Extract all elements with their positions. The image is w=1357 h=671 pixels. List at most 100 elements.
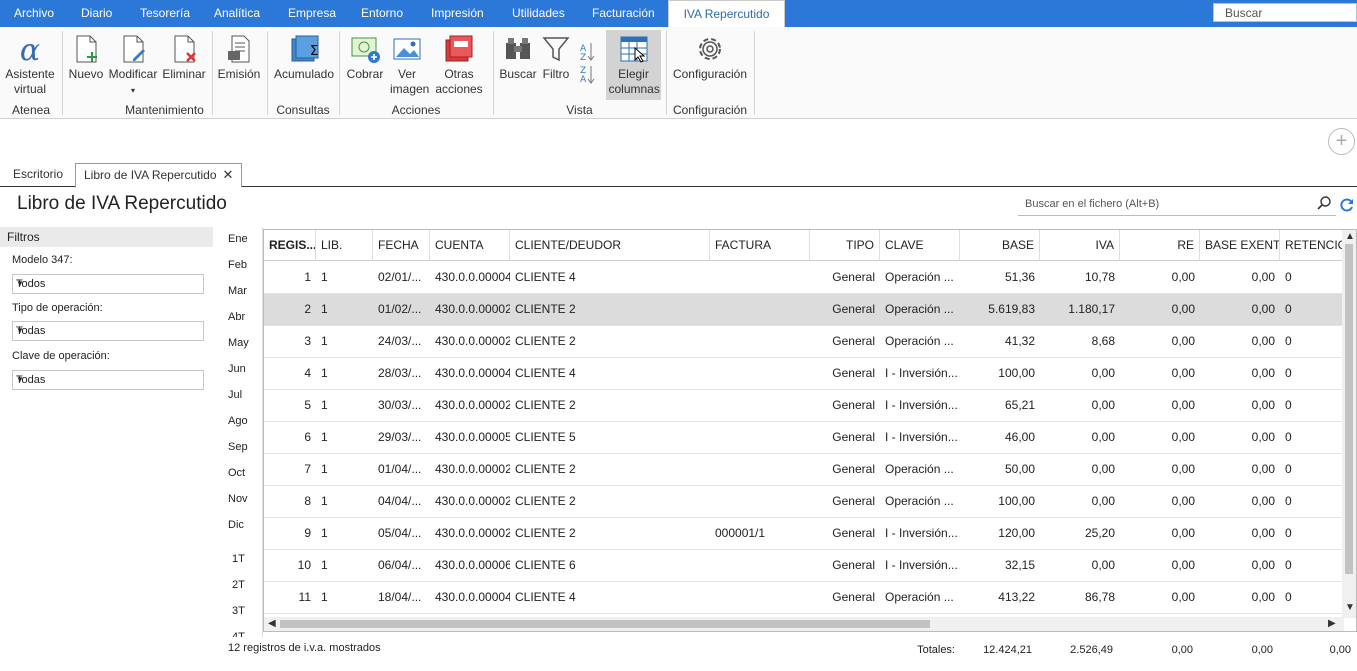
buscar-button[interactable]: Buscar: [498, 33, 538, 82]
cell-base: 41,32: [1004, 334, 1035, 348]
table-row[interactable]: 11 1 18/04/... 430.0.0.00004 CLIENTE 4 Genera…: [264, 582, 1344, 614]
column-header-cuenta[interactable]: CUENTA: [430, 230, 510, 261]
month-mar[interactable]: Mar: [228, 285, 247, 297]
asistente-virtual-button[interactable]: α Asistente virtual: [4, 33, 56, 97]
month-oct[interactable]: Oct: [228, 467, 245, 479]
modelo-347-select[interactable]: Todos ▼: [12, 274, 204, 294]
month-jun[interactable]: Jun: [228, 363, 246, 375]
menu-tesoreria[interactable]: Tesorería: [140, 0, 190, 27]
table-row[interactable]: 9 1 05/04/... 430.0.0.00002 CLIENTE 2 000001/…: [264, 518, 1344, 550]
month-jul[interactable]: Jul: [228, 389, 242, 401]
table-row[interactable]: 3 1 24/03/... 430.0.0.00002 CLIENTE 2 General…: [264, 326, 1344, 358]
column-header-libro[interactable]: LIB.: [316, 230, 373, 261]
menu-analitica[interactable]: Analítica: [214, 0, 260, 27]
menu-utilidades[interactable]: Utilidades: [512, 0, 565, 27]
column-header-retencion[interactable]: RETENCIO: [1280, 230, 1344, 261]
clave-operacion-select[interactable]: Todas ▼: [12, 370, 204, 390]
emision-label: Emisión: [217, 67, 261, 81]
menu-empresa[interactable]: Empresa: [288, 0, 336, 27]
vertical-scroll-thumb[interactable]: [1345, 244, 1353, 574]
cell-factura: [710, 486, 810, 518]
emision-button[interactable]: Emisión: [216, 33, 262, 82]
chevron-down-icon: ▼: [16, 375, 24, 384]
table-row[interactable]: 4 1 28/03/... 430.0.0.00004 CLIENTE 4 General…: [264, 358, 1344, 390]
column-header-registro[interactable]: REGIS...: [264, 230, 316, 261]
modificar-button[interactable]: Modificar ▾: [107, 33, 159, 98]
table-row[interactable]: 7 1 01/04/... 430.0.0.00002 CLIENTE 2 General…: [264, 454, 1344, 486]
cell-cliente: CLIENTE 2: [515, 398, 576, 412]
elegir-columnas-button[interactable]: Elegir columnas: [606, 30, 661, 100]
iva-table: REGIS... LIB. FECHA CUENTA CLIENTE/DEUDOR FAC…: [263, 229, 1357, 632]
nuevo-button[interactable]: Nuevo: [67, 33, 105, 82]
month-ene[interactable]: Ene: [228, 233, 248, 245]
cell-base: 50,00: [1004, 462, 1035, 476]
horizontal-scrollbar[interactable]: ◀ ▶: [264, 617, 1344, 631]
menu-diario[interactable]: Diario: [81, 0, 112, 27]
scroll-right-icon[interactable]: ▶: [1328, 618, 1336, 629]
cell-factura: [710, 262, 810, 294]
cobrar-button[interactable]: Cobrar: [343, 33, 387, 82]
ver-imagen-button[interactable]: Ver imagen: [386, 33, 429, 97]
table-row[interactable]: 6 1 29/03/... 430.0.0.00005 CLIENTE 5 General…: [264, 422, 1344, 454]
refresh-icon[interactable]: [1339, 197, 1355, 213]
month-abr[interactable]: Abr: [228, 311, 245, 323]
cell-cliente: CLIENTE 6: [515, 558, 576, 572]
add-tab-button[interactable]: +: [1328, 128, 1355, 155]
scroll-left-icon[interactable]: ◀: [268, 618, 276, 629]
delete-document-icon: [174, 35, 196, 63]
menu-entorno[interactable]: Entorno: [361, 0, 403, 27]
column-header-re[interactable]: RE: [1120, 230, 1200, 261]
search-file-input[interactable]: Buscar en el fichero (Alt+B): [1018, 193, 1336, 216]
quarter-1t[interactable]: 1T: [232, 553, 245, 565]
filtro-button[interactable]: Filtro: [538, 33, 574, 82]
month-nov[interactable]: Nov: [228, 493, 248, 505]
cell-base: 100,00: [998, 494, 1035, 508]
table-row[interactable]: 8 1 04/04/... 430.0.0.00002 CLIENTE 2 General…: [264, 486, 1344, 518]
close-icon[interactable]: ✕: [223, 167, 234, 182]
tab-escritorio[interactable]: Escritorio: [5, 163, 71, 187]
eliminar-button[interactable]: Eliminar: [161, 33, 207, 82]
quarter-2t[interactable]: 2T: [232, 579, 245, 591]
binoculars-icon: [506, 38, 530, 59]
column-header-fecha[interactable]: FECHA: [373, 230, 430, 261]
cell-iva: 10,78: [1084, 270, 1115, 284]
month-sep[interactable]: Sep: [228, 441, 248, 453]
month-dic[interactable]: Dic: [228, 519, 244, 531]
month-may[interactable]: May: [228, 337, 249, 349]
column-header-base[interactable]: BASE: [960, 230, 1040, 261]
sort-button[interactable]: AZZA: [577, 41, 599, 89]
column-header-iva[interactable]: IVA: [1040, 230, 1120, 261]
scroll-up-icon[interactable]: ▲: [1345, 231, 1355, 242]
acumulado-button[interactable]: Σ Acumulado: [272, 33, 336, 82]
menu-facturacion[interactable]: Facturación: [592, 0, 655, 27]
cell-cuenta: 430.0.0.00004: [435, 590, 510, 604]
column-header-factura[interactable]: FACTURA: [710, 230, 810, 261]
table-row[interactable]: 10 1 06/04/... 430.0.0.00006 CLIENTE 6 Genera…: [264, 550, 1344, 582]
vertical-scrollbar[interactable]: ▲ ▼: [1342, 230, 1356, 618]
scroll-down-icon[interactable]: ▼: [1345, 602, 1355, 613]
tipo-operacion-select[interactable]: Todas ▼: [12, 321, 204, 341]
menu-archivo[interactable]: Archivo: [14, 0, 54, 27]
quarter-3t[interactable]: 3T: [232, 605, 245, 617]
global-search-input[interactable]: Buscar: [1213, 3, 1357, 22]
menu-iva-repercutido[interactable]: IVA Repercutido: [668, 0, 785, 27]
configuracion-button[interactable]: Configuración: [671, 33, 749, 82]
menu-impresion[interactable]: Impresión: [431, 0, 484, 27]
quarter-4t[interactable]: 4T: [232, 631, 245, 637]
month-feb[interactable]: Feb: [228, 259, 247, 271]
total-retencion: 0,00: [1329, 644, 1351, 656]
otras-acciones-button[interactable]: Otras acciones: [431, 33, 487, 97]
column-header-tipo[interactable]: TIPO: [810, 230, 880, 261]
cell-tipo: General: [832, 302, 875, 316]
table-row[interactable]: 5 1 30/03/... 430.0.0.00002 CLIENTE 2 General…: [264, 390, 1344, 422]
column-header-clave[interactable]: CLAVE: [880, 230, 960, 261]
search-icon[interactable]: [1316, 195, 1332, 211]
horizontal-scroll-thumb[interactable]: [280, 620, 930, 628]
column-header-base-exenta[interactable]: BASE EXENTA: [1200, 230, 1280, 261]
month-ago[interactable]: Ago: [228, 415, 248, 427]
column-header-cliente[interactable]: CLIENTE/DEUDOR: [510, 230, 710, 261]
table-row[interactable]: 2 1 01/02/... 430.0.0.00002 CLIENTE 2 General…: [264, 294, 1344, 326]
cell-fecha: 05/04/...: [378, 526, 422, 540]
tab-libro-iva[interactable]: Libro de IVA Repercutido ✕: [75, 163, 243, 188]
table-row[interactable]: 1 1 02/01/... 430.0.0.00004 CLIENTE 4 General…: [264, 262, 1344, 294]
